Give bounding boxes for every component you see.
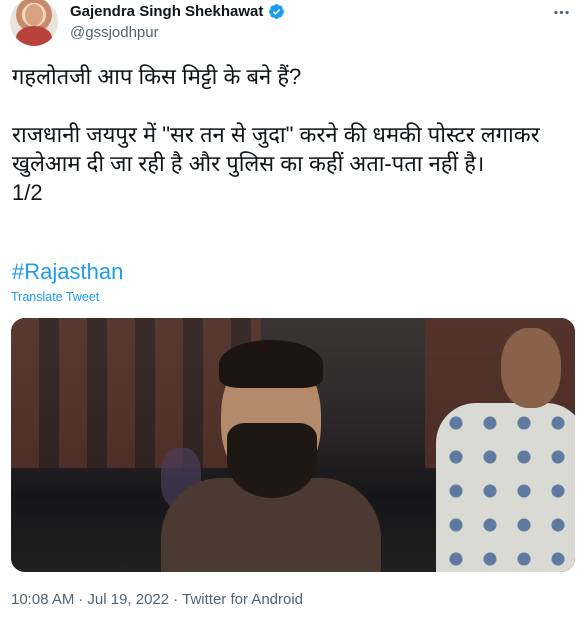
tweet-media-video[interactable] (11, 318, 575, 572)
tweet-source[interactable]: Twitter for Android (182, 591, 303, 608)
hashtag-link[interactable]: #Rajasthan (12, 259, 123, 285)
author-name-row[interactable]: Gajendra Singh Shekhawat (70, 3, 285, 20)
meta-separator: · (78, 591, 84, 608)
media-person-bearded (161, 328, 381, 572)
tweet: Gajendra Singh Shekhawat @gssjodhpur गहल… (0, 0, 587, 619)
tweet-date[interactable]: Jul 19, 2022 (87, 591, 169, 608)
tweet-meta: 10:08 AM · Jul 19, 2022 · Twitter for An… (11, 591, 303, 608)
author-avatar[interactable] (10, 0, 58, 46)
tweet-text: गहलोतजी आप किस मिट्टी के बने हैं? राजधान… (12, 64, 540, 205)
media-person-right (436, 328, 575, 572)
more-options-button[interactable] (549, 0, 573, 24)
author-display-name[interactable]: Gajendra Singh Shekhawat (70, 3, 263, 20)
verified-badge-icon (269, 4, 285, 19)
tweet-time[interactable]: 10:08 AM (11, 591, 74, 608)
author-handle[interactable]: @gssjodhpur (70, 24, 159, 41)
translate-tweet-link[interactable]: Translate Tweet (11, 290, 99, 304)
meta-separator: · (173, 591, 179, 608)
more-options-icon (553, 10, 569, 14)
